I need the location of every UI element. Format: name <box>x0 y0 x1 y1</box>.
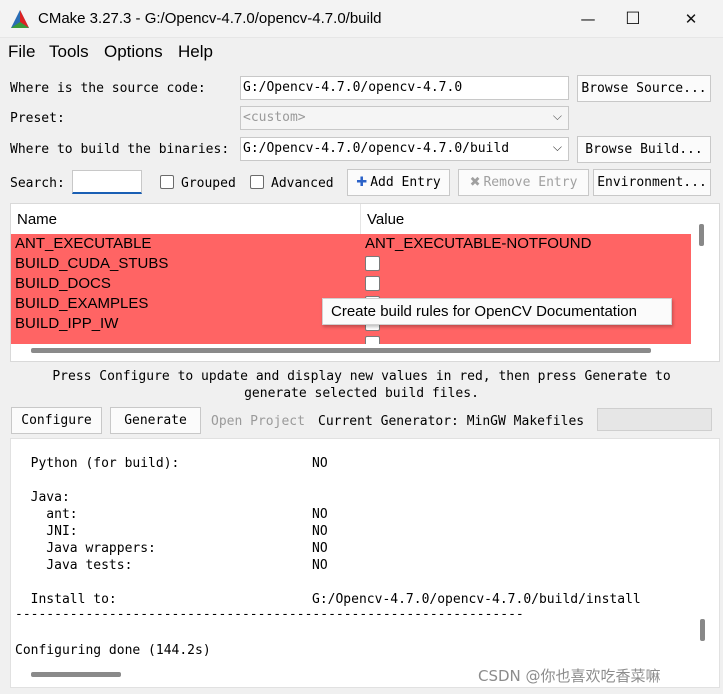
close-icon: ✕ <box>684 10 698 28</box>
browse-build-button[interactable]: Browse Build... <box>577 136 711 163</box>
column-header-value[interactable]: Value <box>361 204 691 234</box>
log-value: NO <box>312 541 328 556</box>
minimize-button[interactable]: — <box>565 0 611 38</box>
hint-line-2: generate selected build files. <box>244 386 479 401</box>
search-input[interactable] <box>72 170 142 194</box>
menu-bar: File Tools Options Help <box>0 38 723 66</box>
menu-file[interactable]: File <box>8 42 35 62</box>
remove-entry-label: Remove Entry <box>483 175 578 190</box>
row-name: ANT_EXECUTABLE <box>15 235 152 252</box>
table-vertical-scrollbar[interactable] <box>699 224 704 246</box>
row-name: BUILD_DOCS <box>15 275 111 292</box>
plus-icon: ✚ <box>356 175 368 190</box>
menu-help[interactable]: Help <box>178 42 213 62</box>
add-entry-label: Add Entry <box>370 175 441 190</box>
minimize-icon: — <box>580 10 596 28</box>
hint-line-1: Press Configure to update and display ne… <box>52 369 671 384</box>
binaries-label: Where to build the binaries: <box>10 142 230 157</box>
window-title: CMake 3.27.3 - G:/Opencv-4.7.0/opencv-4.… <box>38 10 382 27</box>
binaries-path-combo[interactable]: G:/Opencv-4.7.0/opencv-4.7.0/build ⌵ <box>240 137 569 161</box>
maximize-icon: ☐ <box>625 9 641 29</box>
table-row[interactable]: BUILD_CUDA_STUBS <box>11 254 691 274</box>
log-value: NO <box>312 558 328 573</box>
log-line: ant: <box>15 507 78 522</box>
row-name: BUILD_IPP_IW <box>15 315 119 332</box>
log-line: Java tests: <box>15 558 133 573</box>
tooltip: Create build rules for OpenCV Documentat… <box>322 298 672 325</box>
watermark: CSDN @你也喜欢吃香菜嘛 <box>478 667 661 685</box>
log-value: NO <box>312 507 328 522</box>
log-line: JNI: <box>15 524 78 539</box>
log-line: Java: <box>15 490 70 505</box>
current-generator: Current Generator: MinGW Makefiles <box>318 414 585 429</box>
advanced-checkbox[interactable] <box>250 175 264 189</box>
menu-tools[interactable]: Tools <box>49 42 89 62</box>
source-path-field[interactable]: G:/Opencv-4.7.0/opencv-4.7.0 <box>240 76 569 100</box>
preset-value: <custom> <box>243 110 306 125</box>
table-row[interactable]: ANT_EXECUTABLE ANT_EXECUTABLE-NOTFOUND <box>11 234 691 254</box>
grouped-label: Grouped <box>181 176 236 191</box>
title-bar: CMake 3.27.3 - G:/Opencv-4.7.0/opencv-4.… <box>0 0 723 38</box>
row-value: ANT_EXECUTABLE-NOTFOUND <box>365 235 592 252</box>
preset-select[interactable]: <custom> ⌵ <box>240 106 569 130</box>
log-line: Python (for build): <box>15 456 180 471</box>
row-checkbox[interactable] <box>365 256 380 271</box>
column-header-name[interactable]: Name <box>11 204 360 234</box>
row-checkbox[interactable] <box>365 276 380 291</box>
cache-table[interactable]: Name Value ANT_EXECUTABLE ANT_EXECUTABLE… <box>10 203 720 362</box>
binaries-path-value: G:/Opencv-4.7.0/opencv-4.7.0/build <box>243 141 510 156</box>
log-line: Install to: <box>15 592 117 607</box>
progress-bar <box>597 408 712 431</box>
source-path-value: G:/Opencv-4.7.0/opencv-4.7.0 <box>243 80 463 95</box>
chevron-down-icon: ⌵ <box>552 140 562 154</box>
log-value: NO <box>312 456 328 471</box>
maximize-button[interactable]: ☐ <box>610 0 656 38</box>
row-checkbox[interactable] <box>365 336 380 344</box>
log-value: G:/Opencv-4.7.0/opencv-4.7.0/build/insta… <box>312 592 641 607</box>
cmake-logo-icon <box>11 10 29 28</box>
generate-button[interactable]: Generate <box>110 407 201 434</box>
log-line: Java wrappers: <box>15 541 156 556</box>
table-horizontal-scrollbar[interactable] <box>31 348 651 353</box>
log-separator: ----------------------------------------… <box>15 607 524 622</box>
row-name: BUILD_CUDA_STUBS <box>15 255 169 272</box>
output-vertical-scrollbar[interactable] <box>700 619 705 641</box>
preset-label: Preset: <box>10 111 65 126</box>
search-label: Search: <box>10 176 65 191</box>
browse-source-button[interactable]: Browse Source... <box>577 75 711 102</box>
menu-options[interactable]: Options <box>104 42 163 62</box>
log-done: Configuring done (144.2s) <box>15 643 211 658</box>
table-row-partial[interactable] <box>11 334 691 344</box>
advanced-label: Advanced <box>271 176 334 191</box>
configure-button[interactable]: Configure <box>11 407 102 434</box>
row-name: BUILD_EXAMPLES <box>15 295 149 312</box>
open-project-button[interactable]: Open Project <box>211 414 305 429</box>
grouped-checkbox[interactable] <box>160 175 174 189</box>
output-horizontal-scrollbar[interactable] <box>31 672 121 677</box>
output-log[interactable]: Python (for build): NO Java: ant: NO JNI… <box>10 438 720 688</box>
remove-entry-button[interactable]: ✖ Remove Entry <box>458 169 589 196</box>
table-row[interactable]: BUILD_DOCS <box>11 274 691 294</box>
chevron-down-icon: ⌵ <box>552 109 562 123</box>
environment-button[interactable]: Environment... <box>593 169 711 196</box>
add-entry-button[interactable]: ✚ Add Entry <box>347 169 450 196</box>
close-button[interactable]: ✕ <box>668 0 714 38</box>
log-value: NO <box>312 524 328 539</box>
source-label: Where is the source code: <box>10 81 206 96</box>
remove-icon: ✖ <box>469 175 481 190</box>
